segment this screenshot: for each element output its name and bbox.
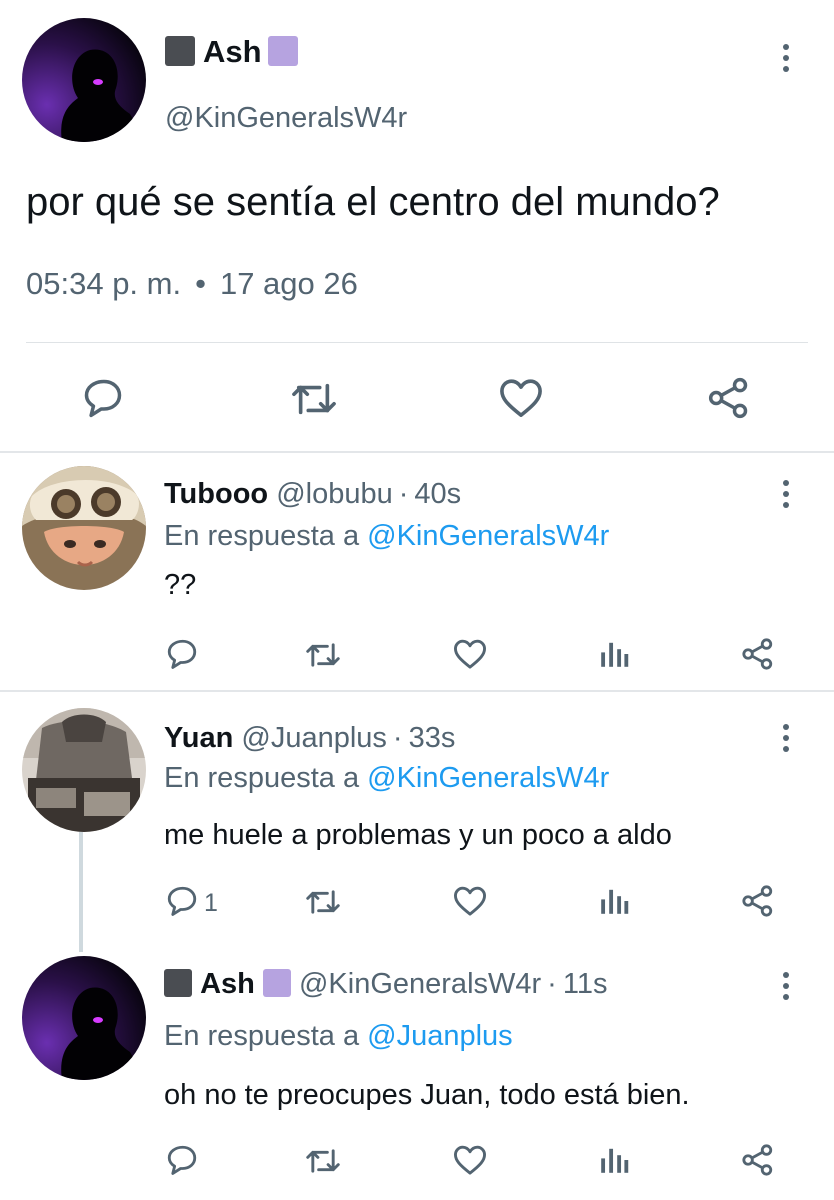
like-icon[interactable] [452, 638, 488, 670]
display-name[interactable]: Tubooo [164, 478, 268, 510]
in-reply-to: En respuesta a @Juanplus [164, 1016, 513, 1056]
more-options-icon[interactable] [771, 474, 801, 514]
handle[interactable]: @KinGeneralsW4r [299, 968, 541, 1000]
reply-age: 40s [414, 478, 462, 510]
reply-prefix: En respuesta a [164, 762, 360, 794]
reply-to-mention[interactable]: @KinGeneralsW4r [367, 762, 609, 794]
share-icon[interactable] [740, 884, 776, 918]
divider [26, 342, 808, 343]
reply-text: oh no te preocupes Juan, todo está bien. [164, 1079, 690, 1111]
dark-square-emoji [164, 969, 192, 997]
share-icon[interactable] [740, 1143, 776, 1177]
reply-to-mention[interactable]: @KinGeneralsW4r [367, 520, 609, 552]
retweet-icon[interactable] [303, 639, 343, 671]
tweet-date: 17 ago 26 [219, 266, 358, 301]
avatar-tubooo[interactable] [22, 466, 146, 590]
meta-separator: • [195, 266, 206, 301]
more-options-icon[interactable] [771, 718, 801, 758]
reply-age: 11s [562, 968, 608, 1000]
in-reply-to: En respuesta a @KinGeneralsW4r [164, 516, 609, 556]
meta-separator: · [398, 478, 409, 510]
reply-age: 33s [408, 722, 456, 754]
like-icon[interactable] [452, 1144, 488, 1176]
tweet-time: 05:34 p. m. [26, 266, 182, 301]
display-name[interactable]: Yuan [164, 722, 233, 754]
display-name[interactable]: Ash [200, 968, 255, 1000]
reply-prefix: En respuesta a [164, 1020, 360, 1052]
more-options-icon[interactable] [771, 38, 801, 78]
analytics-icon[interactable] [598, 638, 630, 670]
like-icon[interactable] [498, 377, 544, 419]
reply-to-mention[interactable]: @Juanplus [367, 1020, 513, 1052]
handle[interactable]: @lobubu [276, 478, 393, 510]
author-handle[interactable]: @KinGeneralsW4r [165, 98, 407, 138]
thread-connector-line [79, 830, 83, 952]
avatar-ash[interactable] [22, 18, 146, 142]
retweet-icon[interactable] [303, 1145, 343, 1177]
meta-separator: · [392, 722, 403, 754]
divider [0, 451, 834, 453]
avatar-yuan[interactable] [22, 708, 146, 832]
retweet-icon[interactable] [289, 378, 339, 420]
reply-count: 1 [204, 889, 218, 917]
tweet-timestamp: 05:34 p. m. • 17 ago 26 [26, 262, 358, 306]
avatar-ash[interactable] [22, 956, 146, 1080]
reply-header: Ash @KinGeneralsW4r · 11s [164, 964, 607, 1004]
display-name: Ash [203, 34, 262, 69]
like-icon[interactable] [452, 885, 488, 917]
reply-text: me huele a problemas y un poco a aldo [164, 819, 672, 851]
reply-icon[interactable] [80, 376, 126, 420]
analytics-icon[interactable] [598, 885, 630, 917]
reply-text: ?? [164, 569, 197, 601]
handle[interactable]: @Juanplus [241, 722, 387, 754]
dark-square-emoji [165, 36, 195, 66]
in-reply-to: En respuesta a @KinGeneralsW4r [164, 758, 609, 798]
analytics-icon[interactable] [598, 1144, 630, 1176]
retweet-icon[interactable] [303, 886, 343, 918]
share-icon[interactable] [740, 637, 776, 671]
reply-header: Yuan @Juanplus · 33s [164, 718, 455, 758]
author-name[interactable]: Ash [165, 30, 298, 74]
reply-icon[interactable] [164, 637, 200, 671]
meta-separator: · [547, 968, 557, 1000]
tweet-text: por qué se sentía el centro del mundo? [26, 180, 720, 224]
reply-icon[interactable] [164, 1143, 200, 1177]
share-icon[interactable] [706, 376, 752, 420]
reply-icon[interactable] [164, 884, 200, 918]
more-options-icon[interactable] [771, 966, 801, 1006]
lavender-square-emoji [267, 36, 298, 66]
lavender-square-emoji [262, 969, 291, 997]
reply-header: Tubooo @lobubu · 40s [164, 474, 461, 514]
divider [0, 690, 834, 692]
reply-prefix: En respuesta a [164, 520, 360, 552]
